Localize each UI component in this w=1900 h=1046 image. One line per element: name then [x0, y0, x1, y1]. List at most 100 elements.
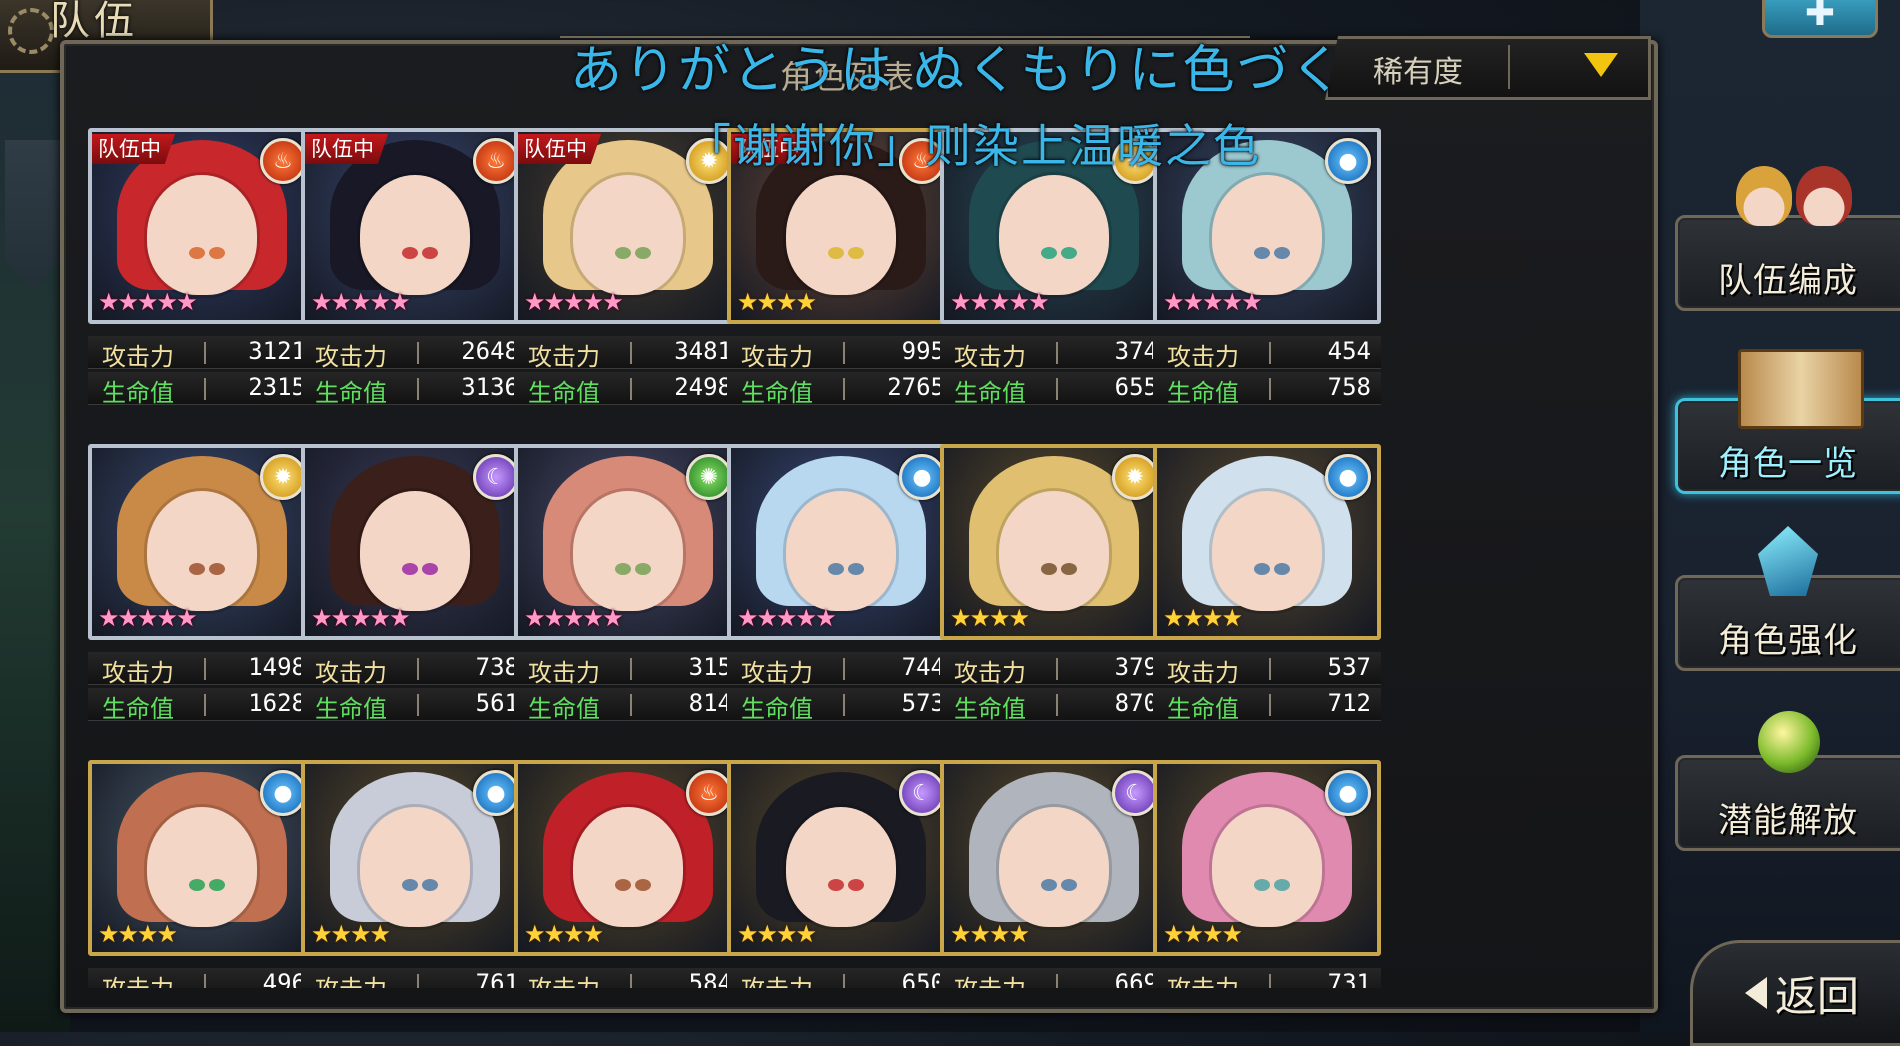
character-portrait[interactable]: ✹ ★★★★: [940, 444, 1168, 640]
character-card[interactable]: ✺ ★★★★★ 攻击力 315 生命值 814: [514, 444, 744, 734]
character-card[interactable]: ☾ ★★★★★ 攻击力 738 生命值 561: [301, 444, 531, 734]
character-eye: [401, 879, 418, 892]
attack-label: 攻击力: [741, 969, 813, 988]
stat-separator: [630, 694, 632, 716]
team-formation-button[interactable]: 队伍编成: [1675, 166, 1900, 311]
background-right-scenery: [1640, 0, 1900, 1032]
character-portrait[interactable]: ♨ ★★★★★ 队伍中: [88, 128, 316, 324]
rarity-stars: ★★★★★: [737, 604, 837, 632]
character-eye: [1060, 879, 1077, 892]
back-label: 返回: [1775, 972, 1860, 1021]
attack-label: 攻击力: [315, 343, 387, 371]
character-portrait[interactable]: ✺ ★★★★★: [514, 444, 742, 640]
character-face: [999, 491, 1109, 612]
character-portrait[interactable]: ● ★★★★: [1153, 760, 1381, 956]
attack-stat-row: 攻击力 454: [1153, 336, 1381, 371]
attack-label: 攻击力: [1167, 343, 1239, 371]
rarity-stars: ★★★★★: [524, 604, 624, 632]
back-button[interactable]: 返回: [1690, 940, 1900, 1046]
attack-stat-row: 攻击力 3481: [514, 336, 742, 371]
hp-value: 712: [1327, 689, 1371, 717]
character-portrait[interactable]: ☾ ★★★★★: [301, 444, 529, 640]
stat-separator: [417, 974, 419, 988]
hp-stat-row: 生命值 2315: [88, 372, 316, 407]
character-card[interactable]: ● ★★★★ 攻击力 496: [88, 760, 318, 988]
hp-label: 生命值: [315, 379, 387, 407]
open-book-icon: [1738, 349, 1864, 429]
character-card[interactable]: ● ★★★★ 攻击力 761: [301, 760, 531, 988]
attack-label: 攻击力: [102, 969, 174, 988]
stat-separator: [1269, 342, 1271, 364]
character-card[interactable]: ● ★★★★ 攻击力 731: [1153, 760, 1383, 988]
dark-element-icon: ☾: [1112, 770, 1158, 816]
side-menu-label: 角色一览: [1718, 444, 1858, 484]
gear-icon: [8, 8, 54, 54]
in-party-badge: 队伍中: [305, 134, 388, 164]
chibi-girl-icon: [1796, 166, 1852, 226]
hp-stat-row: 生命值 712: [1153, 688, 1381, 723]
character-card[interactable]: ● ★★★★ 攻击力 537 生命值 712: [1153, 444, 1383, 734]
add-button[interactable]: ✚: [1762, 0, 1878, 38]
attack-value: 650: [901, 969, 945, 988]
character-face: [573, 807, 683, 928]
hp-value: 655: [1114, 373, 1158, 401]
character-card[interactable]: ✹ ★★★★★ 攻击力 1498 生命值 1628: [88, 444, 318, 734]
character-portrait[interactable]: ● ★★★★: [301, 760, 529, 956]
character-card[interactable]: ♨ ★★★★ 攻击力 584: [514, 760, 744, 988]
attack-label: 攻击力: [102, 343, 174, 371]
character-portrait[interactable]: ☾ ★★★★: [940, 760, 1168, 956]
character-eye: [1253, 247, 1270, 260]
attack-value: 1498: [248, 653, 306, 681]
sort-dropdown[interactable]: 稀有度: [1325, 36, 1651, 100]
character-card[interactable]: ✹ ★★★★ 攻击力 379 生命值 870: [940, 444, 1170, 734]
character-eye: [1060, 563, 1077, 576]
character-portrait[interactable]: ☾ ★★★★: [727, 760, 955, 956]
hp-stat-row: 生命值 870: [940, 688, 1168, 723]
stat-separator: [204, 342, 206, 364]
side-menu-label: 潜能解放: [1718, 801, 1858, 841]
character-portrait[interactable]: ● ★★★★: [88, 760, 316, 956]
character-card[interactable]: ☾ ★★★★ 攻击力 650: [727, 760, 957, 988]
hp-label: 生命值: [954, 695, 1026, 723]
character-card[interactable]: ♨ ★★★★★ 队伍中 攻击力 2648 生命值 3136: [301, 128, 531, 418]
character-eye: [421, 563, 438, 576]
hp-value: 2315: [248, 373, 306, 401]
character-list-button[interactable]: 角色一览: [1675, 349, 1900, 494]
hp-label: 生命值: [1167, 695, 1239, 723]
hp-stat-row: 生命值 3136: [301, 372, 529, 407]
character-portrait[interactable]: ✹ ★★★★★: [88, 444, 316, 640]
side-menu-label: 队伍编成: [1718, 261, 1858, 301]
character-portrait[interactable]: ♨ ★★★★★ 队伍中: [301, 128, 529, 324]
character-card[interactable]: ● ★★★★★ 攻击力 744 生命值 573: [727, 444, 957, 734]
character-face: [1212, 491, 1322, 612]
attack-value: 738: [475, 653, 519, 681]
fire-element-icon: ♨: [686, 770, 732, 816]
attack-label: 攻击力: [1167, 659, 1239, 687]
character-portrait[interactable]: ● ★★★★: [1153, 444, 1381, 640]
character-portrait[interactable]: ♨ ★★★★: [514, 760, 742, 956]
character-face: [786, 807, 896, 928]
character-portrait[interactable]: ● ★★★★★: [727, 444, 955, 640]
potential-unlock-button[interactable]: 潜能解放: [1675, 711, 1900, 851]
in-party-badge: 队伍中: [518, 134, 601, 164]
wind-element-icon: ✺: [686, 454, 732, 500]
attack-stat-row: 攻击力 650: [727, 968, 955, 988]
character-face: [147, 491, 257, 612]
character-enhance-button[interactable]: 角色强化: [1675, 526, 1900, 671]
character-face: [147, 807, 257, 928]
character-face: [147, 175, 257, 296]
blue-crystal-icon: [1758, 526, 1818, 596]
character-eye: [1040, 563, 1057, 576]
character-eye: [634, 879, 651, 892]
stat-separator: [1269, 658, 1271, 680]
attack-stat-row: 攻击力 744: [727, 652, 955, 687]
character-eye: [1040, 247, 1057, 260]
attack-value: 454: [1327, 337, 1371, 365]
character-eye: [1273, 563, 1290, 576]
stat-separator: [843, 974, 845, 988]
character-eye: [188, 247, 205, 260]
character-card[interactable]: ☾ ★★★★ 攻击力 669: [940, 760, 1170, 988]
character-card[interactable]: ♨ ★★★★★ 队伍中 攻击力 3121 生命值 2315: [88, 128, 318, 418]
stat-separator: [630, 342, 632, 364]
attack-stat-row: 攻击力 995: [727, 336, 955, 371]
